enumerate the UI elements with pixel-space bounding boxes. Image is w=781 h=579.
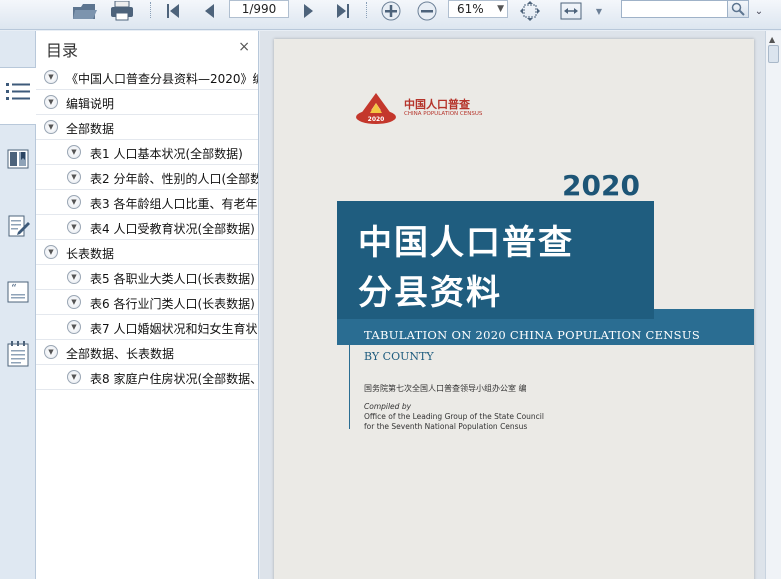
outline-item-label: 编辑说明 — [66, 97, 115, 111]
chevron-down-icon[interactable]: ▼ — [67, 170, 81, 184]
chevron-down-icon[interactable]: ⌄ — [752, 0, 766, 22]
outline-list-icon[interactable] — [5, 79, 31, 105]
title-band-step — [654, 309, 754, 319]
chevron-down-icon[interactable]: ▼ — [67, 370, 81, 384]
svg-text:“: “ — [11, 282, 17, 295]
compiler-line1: Office of the Leading Group of the State… — [364, 412, 544, 421]
outline-item[interactable]: ▼ 全部数据、长表数据 — [36, 340, 258, 365]
outline-item[interactable]: ▼ 全部数据 — [36, 115, 258, 140]
scroll-up-icon[interactable]: ▲ — [769, 35, 775, 44]
chevron-down-icon[interactable]: ▼ — [44, 95, 58, 109]
outline-item[interactable]: ▼ 表5 各职业大类人口(长表数据) — [36, 265, 258, 290]
chevron-down-icon[interactable]: ▼ — [67, 220, 81, 234]
chevron-down-icon[interactable]: ▼ — [44, 345, 58, 359]
cover-year: 2020 — [562, 169, 640, 202]
zoom-select[interactable]: 61% ▼ — [448, 0, 508, 18]
outline-item[interactable]: ▼ 表1 人口基本状况(全部数据) — [36, 140, 258, 165]
cover-divider — [349, 339, 350, 429]
close-icon[interactable]: × — [238, 39, 250, 55]
next-page-icon[interactable] — [298, 0, 320, 22]
outline-item-label: 表8 家庭户住房状况(全部数据、 — [90, 372, 258, 386]
outline-item[interactable]: ▼ 编辑说明 — [36, 90, 258, 115]
compiler-chinese: 国务院第七次全国人口普查领导小组办公室 编 — [364, 384, 527, 393]
vertical-scrollbar[interactable]: ▲ — [765, 31, 781, 579]
search-icon — [731, 2, 745, 16]
outline-item[interactable]: ▼ 表8 家庭户住房状况(全部数据、 — [36, 365, 258, 390]
outline-item[interactable]: ▼ 表4 人口受教育状况(全部数据) — [36, 215, 258, 240]
outline-item[interactable]: ▼ 表6 各行业门类人口(长表数据) — [36, 290, 258, 315]
toolbar-separator — [366, 2, 367, 18]
chevron-down-icon[interactable]: ▼ — [44, 70, 58, 84]
outline-item-label: 全部数据、长表数据 — [66, 347, 175, 361]
outline-item-label: 表1 人口基本状况(全部数据) — [90, 147, 243, 161]
search-button[interactable] — [727, 0, 749, 18]
outline-item[interactable]: ▼ 表7 人口婚姻状况和妇女生育状 — [36, 315, 258, 340]
fit-page-icon[interactable] — [518, 0, 542, 22]
outline-item-label: 表6 各行业门类人口(长表数据) — [90, 297, 255, 311]
annotation-edit-icon[interactable] — [5, 213, 31, 239]
outline-item[interactable]: ▼ 《中国人口普查分县资料—2020》编 — [36, 65, 258, 90]
document-viewport[interactable]: 2020 中国人口普查 CHINA POPULATION CENSUS 2020… — [260, 31, 765, 579]
toolbar: 1/990 61% ▼ ▼ ⌄ — [0, 0, 781, 30]
previous-page-icon[interactable] — [198, 0, 220, 22]
logo-year: 2020 — [368, 116, 385, 123]
chevron-down-icon[interactable]: ▼ — [67, 295, 81, 309]
logo-english-text: CHINA POPULATION CENSUS — [404, 111, 483, 117]
cover-english-title: TABULATION ON 2020 CHINA POPULATION CENS… — [364, 328, 700, 342]
outline-item[interactable]: ▼ 表3 各年龄组人口比重、有老年 — [36, 190, 258, 215]
cover-title-line2: 分县资料 — [358, 273, 502, 313]
outline-item-label: 表3 各年龄组人口比重、有老年 — [90, 197, 258, 211]
zoom-out-icon[interactable] — [414, 0, 440, 22]
cover-title-line1: 中国人口普查 — [358, 223, 574, 263]
chevron-down-icon[interactable]: ▼ — [67, 195, 81, 209]
notepad-icon[interactable] — [5, 341, 31, 367]
cover-english-subtitle: BY COUNTY — [364, 350, 434, 363]
sidebar-rail: “ — [0, 31, 36, 579]
chevron-down-icon[interactable]: ▼ — [67, 270, 81, 284]
chevron-down-icon: ▼ — [497, 4, 504, 14]
chevron-down-icon[interactable]: ▼ — [44, 120, 58, 134]
outline-item-label: 表5 各职业大类人口(长表数据) — [90, 272, 255, 286]
fit-width-icon[interactable] — [558, 0, 584, 22]
zoom-in-icon[interactable] — [378, 0, 404, 22]
compiled-by-label: Compiled by — [364, 402, 412, 411]
chevron-down-icon[interactable]: ▼ — [67, 320, 81, 334]
outline-tree: ▼ 《中国人口普查分县资料—2020》编 ▼ 编辑说明 ▼ 全部数据 ▼ 表1 人口基本状况(… — [36, 65, 258, 390]
last-page-icon[interactable] — [332, 0, 354, 22]
census-logo-icon: 2020 — [356, 93, 396, 124]
scrollbar-thumb[interactable] — [768, 45, 779, 63]
chevron-down-icon[interactable]: ▼ — [44, 245, 58, 259]
chevron-down-icon[interactable]: ▼ — [67, 145, 81, 159]
outline-item-label: 表2 分年龄、性别的人口(全部数 — [90, 172, 258, 186]
outline-panel: 目录 × ▼ 《中国人口普查分县资料—2020》编 ▼ 编辑说明 ▼ 全部数据 ▼ 表1 人口… — [36, 31, 259, 579]
open-folder-icon[interactable] — [70, 0, 98, 22]
outline-item-label: 表7 人口婚姻状况和妇女生育状 — [90, 322, 258, 336]
print-icon[interactable] — [108, 0, 136, 22]
logo-chinese-text: 中国人口普查 — [404, 98, 470, 111]
toolbar-separator — [150, 2, 151, 18]
outline-item-label: 表4 人口受教育状况(全部数据) — [90, 222, 255, 236]
panel-title: 目录 — [46, 41, 79, 60]
compiler-line2: for the Seventh National Population Cens… — [364, 422, 528, 431]
outline-item-label: 《中国人口普查分县资料—2020》编 — [66, 72, 258, 86]
compiler-english: Compiled by Office of the Leading Group … — [364, 402, 544, 432]
chevron-down-icon[interactable]: ▼ — [592, 0, 606, 22]
outline-item[interactable]: ▼ 表2 分年龄、性别的人口(全部数 — [36, 165, 258, 190]
outline-item-label: 长表数据 — [66, 247, 115, 261]
document-page: 2020 中国人口普查 CHINA POPULATION CENSUS 2020… — [274, 39, 754, 579]
page-number-input[interactable]: 1/990 — [229, 0, 289, 18]
zoom-value: 61% — [457, 2, 484, 16]
outline-item[interactable]: ▼ 长表数据 — [36, 240, 258, 265]
first-page-icon[interactable] — [162, 0, 184, 22]
quote-note-icon[interactable]: “ — [5, 279, 31, 305]
outline-item-label: 全部数据 — [66, 122, 115, 136]
bookmark-icon[interactable] — [5, 146, 31, 172]
